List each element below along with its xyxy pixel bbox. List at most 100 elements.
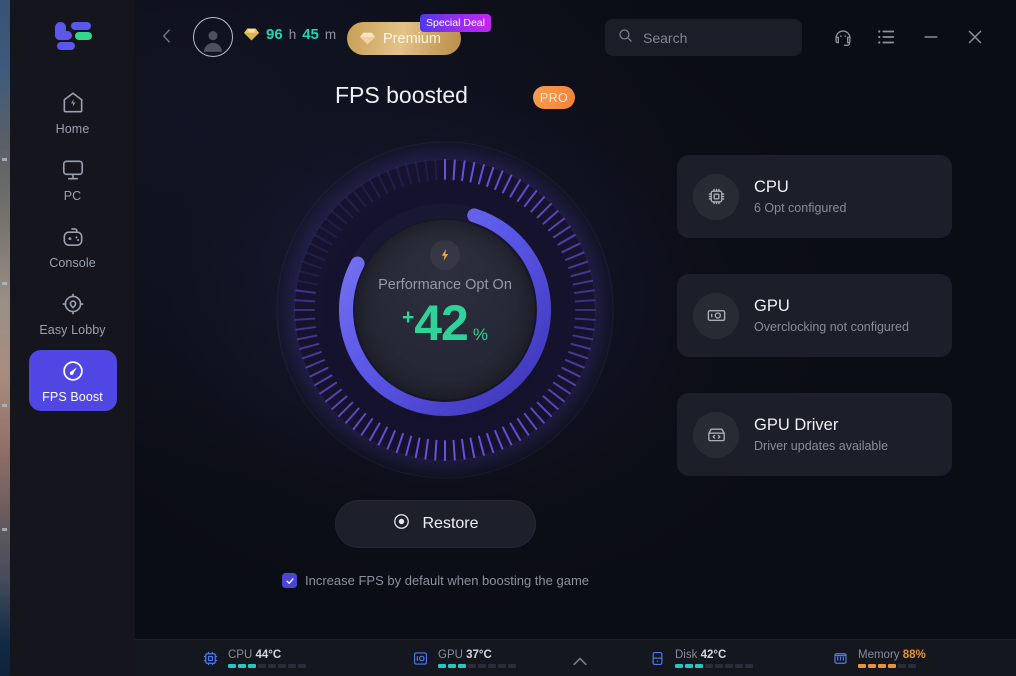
topbar: 96 h 45 m Premium Special Deal: [135, 0, 1016, 74]
search-icon: [617, 27, 634, 49]
checkbox[interactable]: [282, 573, 297, 588]
chevron-left-icon[interactable]: [157, 26, 177, 48]
meter-segment: [228, 663, 236, 668]
meter-segment: [488, 663, 496, 668]
app-logo: [45, 18, 101, 52]
meter-segment: [298, 663, 306, 668]
meter-segment: [258, 663, 266, 668]
card-title: GPU: [754, 297, 790, 315]
premium-label: Premium: [383, 30, 442, 47]
gpu-icon: [411, 649, 430, 668]
sidebar-nav: Home PC Console Easy Lobby FPS Boost: [10, 82, 135, 417]
meter-segment: [908, 663, 916, 668]
status-memory[interactable]: Memory 88%: [831, 649, 926, 668]
restore-button[interactable]: Restore: [335, 500, 536, 548]
meter-segment: [675, 663, 683, 668]
support-headset-icon[interactable]: [832, 26, 854, 48]
meter-segment: [898, 663, 906, 668]
meter-segment: [868, 663, 876, 668]
status-meter: [675, 663, 753, 668]
card-subtitle: Overclocking not configured: [754, 320, 909, 334]
gamepad-icon: [60, 224, 86, 250]
meter-segment: [725, 663, 733, 668]
meter-segment: [685, 663, 693, 668]
diamond-icon: [243, 27, 260, 42]
app-window: Home PC Console Easy Lobby FPS Boost 96 …: [0, 0, 1016, 676]
sidebar-item-home[interactable]: Home: [29, 82, 117, 143]
driver-box-icon: [693, 411, 739, 458]
meter-segment: [458, 663, 466, 668]
increase-fps-checkbox-row[interactable]: Increase FPS by default when boosting th…: [282, 573, 589, 588]
minimize-icon[interactable]: [920, 26, 942, 48]
desktop-edge-strip: [0, 0, 10, 676]
playtime-minutes-unit: m: [324, 27, 337, 42]
disk-icon: [648, 649, 667, 668]
status-name: GPU: [438, 648, 463, 661]
sidebar-item-easy-lobby[interactable]: Easy Lobby: [29, 283, 117, 344]
meter-segment: [478, 663, 486, 668]
status-name: Disk: [675, 648, 698, 661]
cpu-chip-icon: [201, 649, 220, 668]
card-gpu-driver[interactable]: GPU Driver Driver updates available: [677, 393, 952, 476]
meter-segment: [745, 663, 753, 668]
meter-segment: [735, 663, 743, 668]
gauge-value: + 42 %: [402, 298, 488, 348]
main-content: 96 h 45 m Premium Special Deal Search FP…: [135, 0, 1016, 676]
playtime-minutes: 45: [302, 26, 319, 43]
status-meter: [438, 663, 516, 668]
memory-ram-icon: [831, 649, 850, 668]
meter-segment: [238, 663, 246, 668]
meter-segment: [878, 663, 886, 668]
status-disk[interactable]: Disk 42°C: [648, 649, 753, 668]
search-input[interactable]: [643, 29, 783, 46]
cpu-chip-icon: [693, 173, 739, 220]
special-deal-label: Special Deal: [426, 17, 485, 29]
sidebar-item-label: FPS Boost: [42, 390, 103, 404]
meter-segment: [248, 663, 256, 668]
meter-segment: [448, 663, 456, 668]
home-bolt-icon: [60, 90, 86, 116]
sidebar-item-label: Easy Lobby: [39, 323, 106, 337]
meter-segment: [695, 663, 703, 668]
graphics-card-icon: [693, 292, 739, 339]
sidebar-item-console[interactable]: Console: [29, 216, 117, 277]
lightning-bolt-icon: [430, 240, 460, 270]
status-value: 37°C: [466, 648, 492, 661]
chevron-up-icon[interactable]: [570, 651, 590, 666]
close-icon[interactable]: [964, 26, 986, 48]
playtime-indicator: 96 h 45 m: [243, 26, 336, 43]
diamond-icon: [359, 31, 376, 46]
pro-badge[interactable]: PRO: [533, 86, 575, 109]
card-title: CPU: [754, 178, 789, 196]
status-gpu[interactable]: GPU 37°C: [411, 649, 516, 668]
card-gpu[interactable]: GPU Overclocking not configured: [677, 274, 952, 357]
status-meter: [858, 663, 926, 668]
special-deal-badge[interactable]: Special Deal: [420, 14, 491, 32]
sidebar-item-label: Console: [49, 256, 96, 270]
status-value: 88%: [902, 648, 926, 661]
card-cpu[interactable]: CPU 6 Opt configured: [677, 155, 952, 238]
meter-segment: [715, 663, 723, 668]
status-name: CPU: [228, 648, 253, 661]
meter-segment: [278, 663, 286, 668]
sidebar-item-fps-boost[interactable]: FPS Boost: [28, 350, 117, 411]
meter-segment: [498, 663, 506, 668]
status-cpu[interactable]: CPU 44°C: [201, 649, 306, 668]
avatar[interactable]: [193, 17, 233, 57]
playtime-hours-unit: h: [288, 27, 297, 42]
gauge-center: Performance Opt On + 42 %: [355, 220, 535, 400]
status-meter: [228, 663, 306, 668]
sidebar-item-pc[interactable]: PC: [29, 149, 117, 210]
gauge-plus-sign: +: [401, 306, 415, 329]
list-menu-icon[interactable]: [875, 26, 897, 48]
search-box[interactable]: [605, 19, 802, 56]
meter-segment: [288, 663, 296, 668]
meter-segment: [268, 663, 276, 668]
status-name: Memory: [858, 648, 900, 661]
meter-segment: [468, 663, 476, 668]
meter-segment: [858, 663, 866, 668]
checkbox-label: Increase FPS by default when boosting th…: [305, 573, 590, 588]
meter-segment: [438, 663, 446, 668]
crosshair-icon: [60, 291, 86, 317]
monitor-icon: [60, 157, 86, 183]
